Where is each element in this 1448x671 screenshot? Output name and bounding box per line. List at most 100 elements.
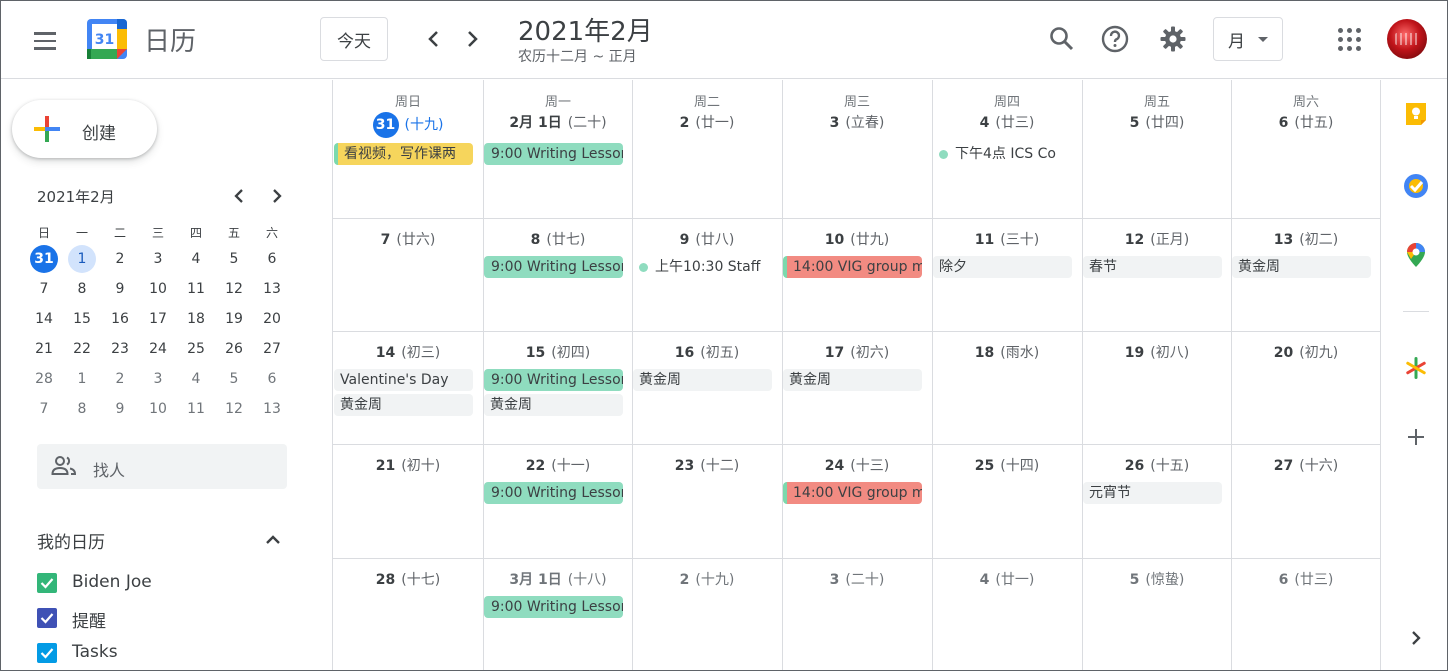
day-label[interactable]: 5 (惊蛰): [1082, 569, 1232, 589]
day-label[interactable]: 25 (十四): [932, 455, 1082, 475]
addon-icon[interactable]: [1403, 355, 1429, 381]
help-button[interactable]: [1097, 21, 1133, 57]
previous-period-button[interactable]: [417, 23, 449, 55]
day-label[interactable]: 10 (廿九): [782, 229, 932, 249]
mini-calendar-day[interactable]: 19: [215, 304, 253, 334]
day-label[interactable]: 31 (十九): [333, 112, 483, 138]
day-label[interactable]: 23 (十二): [632, 455, 782, 475]
day-label[interactable]: 13 (初二): [1231, 229, 1381, 249]
mini-calendar-prev-button[interactable]: [225, 182, 253, 210]
event-chip[interactable]: 上午10:30 Staff: [633, 256, 772, 278]
mini-calendar-day[interactable]: 10: [139, 274, 177, 304]
day-label[interactable]: 14 (初三): [333, 342, 483, 362]
day-label[interactable]: 5 (廿四): [1082, 112, 1232, 132]
mini-calendar-day[interactable]: 7: [25, 274, 63, 304]
holiday-chip[interactable]: 黄金周: [334, 394, 473, 416]
mini-calendar-day[interactable]: 8: [63, 394, 101, 424]
mini-calendar-day[interactable]: 5: [215, 364, 253, 394]
mini-calendar-day[interactable]: 13: [253, 394, 291, 424]
day-cell[interactable]: [782, 80, 932, 218]
day-cell[interactable]: [632, 80, 782, 218]
mini-calendar-day[interactable]: 4: [177, 364, 215, 394]
mini-calendar-day[interactable]: 2: [101, 364, 139, 394]
mini-calendar-day[interactable]: 6: [253, 364, 291, 394]
search-button[interactable]: [1044, 21, 1080, 57]
holiday-chip[interactable]: 元宵节: [1083, 482, 1222, 504]
mini-calendar-day[interactable]: 6: [253, 244, 291, 274]
day-label[interactable]: 17 (初六): [782, 342, 932, 362]
event-chip[interactable]: 看视频，写作课两: [334, 143, 473, 165]
holiday-chip[interactable]: 黄金周: [783, 369, 922, 391]
mini-calendar-day[interactable]: 18: [177, 304, 215, 334]
mini-calendar-day[interactable]: 21: [25, 334, 63, 364]
mini-calendar-day[interactable]: 31: [25, 244, 63, 274]
holiday-chip[interactable]: 黄金周: [484, 394, 623, 416]
day-label[interactable]: 9 (廿八): [632, 229, 782, 249]
day-label[interactable]: 18 (雨水): [932, 342, 1082, 362]
event-chip[interactable]: 9:00 Writing Lesson: [484, 256, 623, 278]
mini-calendar-day[interactable]: 11: [177, 394, 215, 424]
day-label[interactable]: 4 (廿三): [932, 112, 1082, 132]
mini-calendar-day[interactable]: 24: [139, 334, 177, 364]
calendar-item[interactable]: Tasks: [37, 640, 297, 666]
day-label[interactable]: 3 (二十): [782, 569, 932, 589]
day-label[interactable]: 16 (初五): [632, 342, 782, 362]
mini-calendar-day[interactable]: 10: [139, 394, 177, 424]
mini-calendar-day[interactable]: 2: [101, 244, 139, 274]
mini-calendar-day[interactable]: 11: [177, 274, 215, 304]
calendar-item[interactable]: Biden Joe: [37, 570, 297, 596]
main-menu-icon[interactable]: [27, 23, 63, 59]
mini-calendar-day[interactable]: 12: [215, 394, 253, 424]
search-people-field[interactable]: 找人: [37, 444, 287, 489]
event-chip[interactable]: 9:00 Writing Lesson: [484, 369, 623, 391]
settings-button[interactable]: [1155, 21, 1191, 57]
holiday-chip[interactable]: Valentine's Day: [334, 369, 473, 391]
mini-calendar-day[interactable]: 17: [139, 304, 177, 334]
create-button[interactable]: 创建: [12, 100, 157, 158]
event-chip[interactable]: 下午4点 ICS Co: [933, 143, 1072, 165]
calendar-checkbox[interactable]: [37, 608, 57, 628]
holiday-chip[interactable]: 黄金周: [633, 369, 772, 391]
day-label[interactable]: 2 (廿一): [632, 112, 782, 132]
mini-calendar-day[interactable]: 22: [63, 334, 101, 364]
my-calendars-collapse-button[interactable]: [259, 526, 287, 554]
next-period-button[interactable]: [457, 23, 489, 55]
day-label[interactable]: 19 (初八): [1082, 342, 1232, 362]
holiday-chip[interactable]: 除夕: [933, 256, 1072, 278]
today-button[interactable]: 今天: [320, 17, 388, 61]
day-label[interactable]: 6 (廿五): [1231, 112, 1381, 132]
event-chip[interactable]: 14:00 VIG group meeting: [783, 482, 922, 504]
event-chip[interactable]: 14:00 VIG group meeting: [783, 256, 922, 278]
mini-calendar-day[interactable]: 12: [215, 274, 253, 304]
calendar-checkbox[interactable]: [37, 573, 57, 593]
mini-calendar-day[interactable]: 9: [101, 394, 139, 424]
view-selector[interactable]: 月: [1213, 17, 1283, 61]
mini-calendar-day[interactable]: 20: [253, 304, 291, 334]
day-label[interactable]: 4 (廿一): [932, 569, 1082, 589]
day-label[interactable]: 24 (十三): [782, 455, 932, 475]
mini-calendar-day[interactable]: 4: [177, 244, 215, 274]
day-label[interactable]: 28 (十七): [333, 569, 483, 589]
mini-calendar-day[interactable]: 1: [63, 244, 101, 274]
mini-calendar-next-button[interactable]: [263, 182, 291, 210]
calendar-item[interactable]: 提醒: [37, 605, 297, 632]
day-label[interactable]: 15 (初四): [483, 342, 633, 362]
maps-icon[interactable]: [1403, 242, 1429, 268]
holiday-chip[interactable]: 黄金周: [1232, 256, 1371, 278]
mini-calendar-day[interactable]: 5: [215, 244, 253, 274]
chevron-right-icon[interactable]: [1403, 625, 1429, 651]
day-label[interactable]: 20 (初九): [1231, 342, 1381, 362]
day-label[interactable]: 2月 1日 (二十): [483, 112, 633, 132]
mini-calendar-day[interactable]: 13: [253, 274, 291, 304]
apps-launcher-icon[interactable]: [1331, 21, 1367, 57]
mini-calendar-day[interactable]: 7: [25, 394, 63, 424]
event-chip[interactable]: 9:00 Writing Lesson: [484, 143, 623, 165]
mini-calendar-day[interactable]: 16: [101, 304, 139, 334]
day-label[interactable]: 2 (十九): [632, 569, 782, 589]
day-label[interactable]: 3 (立春): [782, 112, 932, 132]
mini-calendar-day[interactable]: 26: [215, 334, 253, 364]
day-label[interactable]: 22 (十一): [483, 455, 633, 475]
day-label[interactable]: 3月 1日 (十八): [483, 569, 633, 589]
mini-calendar-day[interactable]: 27: [253, 334, 291, 364]
day-cell[interactable]: [1082, 80, 1232, 218]
